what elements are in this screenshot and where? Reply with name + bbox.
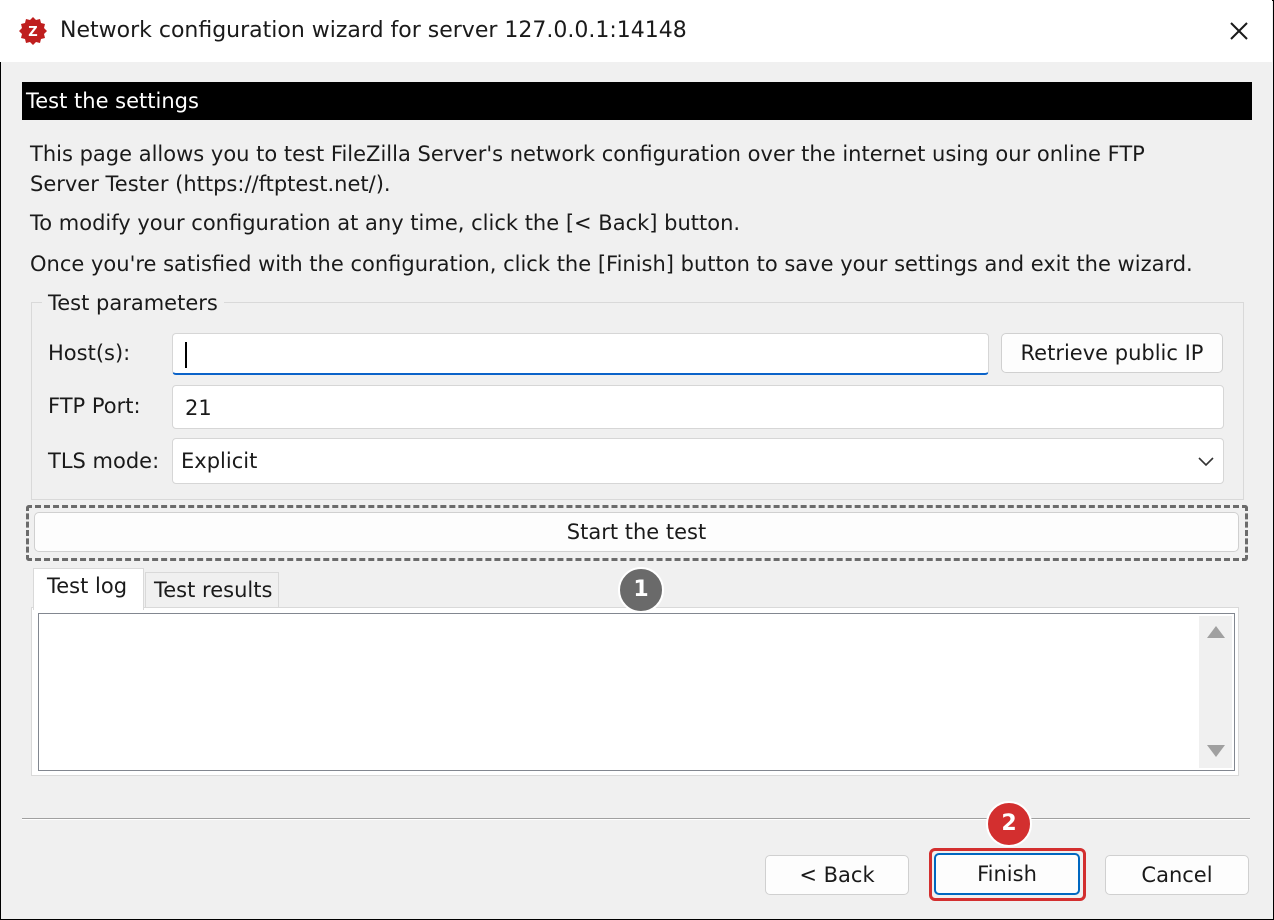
test-parameters-legend: Test parameters <box>42 288 224 318</box>
section-header: Test the settings <box>22 82 1252 120</box>
window-title: Network configuration wizard for server … <box>60 18 687 43</box>
description-line-1: This page allows you to test FileZilla S… <box>30 142 1145 166</box>
finish-button[interactable]: Finish <box>934 853 1080 895</box>
test-log-textarea[interactable] <box>38 613 1235 771</box>
start-test-button[interactable]: Start the test <box>34 512 1239 552</box>
filezilla-server-icon: Z <box>19 17 47 45</box>
cancel-button[interactable]: Cancel <box>1105 855 1249 895</box>
title-bar: Z Network configuration wizard for serve… <box>0 0 1272 62</box>
footer-separator <box>22 818 1250 820</box>
svg-text:Z: Z <box>28 25 37 40</box>
tls-mode-value: Explicit <box>181 449 258 473</box>
step-badge-1: 1 <box>618 567 664 613</box>
ftp-port-value: 21 <box>185 396 212 420</box>
host-input[interactable] <box>172 333 989 375</box>
host-label: Host(s): <box>48 341 131 365</box>
tab-test-log[interactable]: Test log <box>33 568 144 610</box>
scroll-up-arrow-icon[interactable] <box>1207 626 1225 638</box>
description-line-2: Server Tester (https://ftptest.net/). <box>30 172 391 196</box>
description-line-4: Once you're satisfied with the configura… <box>30 252 1193 276</box>
ftp-port-input[interactable]: 21 <box>172 385 1224 429</box>
ftp-port-label: FTP Port: <box>48 394 141 418</box>
back-button[interactable]: < Back <box>765 855 909 895</box>
section-title: Test the settings <box>26 89 199 113</box>
tab-test-results[interactable]: Test results <box>145 572 279 608</box>
chevron-down-icon <box>1198 457 1214 467</box>
step-badge-2: 2 <box>986 801 1032 847</box>
retrieve-public-ip-button[interactable]: Retrieve public IP <box>1001 333 1223 373</box>
tls-mode-label: TLS mode: <box>48 449 160 473</box>
description-line-3: To modify your configuration at any time… <box>30 211 741 235</box>
text-caret <box>185 342 187 368</box>
close-icon[interactable] <box>1222 14 1256 48</box>
scroll-down-arrow-icon[interactable] <box>1207 745 1225 757</box>
tls-mode-select[interactable]: Explicit <box>172 438 1224 484</box>
